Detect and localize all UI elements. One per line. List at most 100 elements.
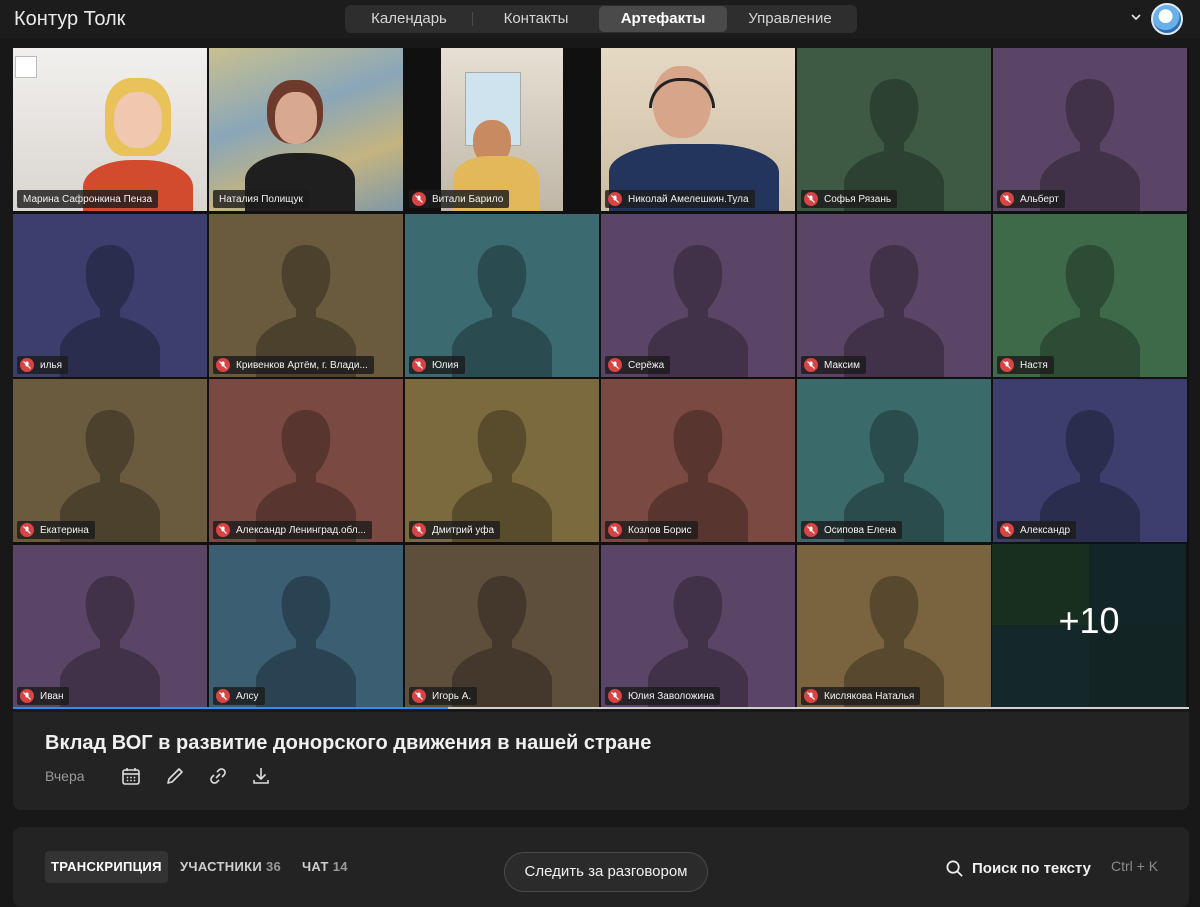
participant-name: Алсу — [213, 687, 265, 705]
tab-participants[interactable]: УЧАСТНИКИ 36 — [180, 851, 281, 883]
participant-name: Наталия Полищук — [213, 190, 309, 208]
participant-name: Кислякова Наталья — [801, 687, 921, 705]
playback-progress-track[interactable] — [448, 707, 1189, 709]
participant-tile[interactable]: Юлия — [405, 214, 599, 377]
mic-off-icon — [1000, 523, 1014, 537]
person-face — [275, 92, 317, 144]
avatar-placeholder-icon — [256, 576, 356, 708]
main-nav: Календарь Контакты Артефакты Управление — [345, 5, 857, 33]
participant-tile[interactable]: Максим — [797, 214, 991, 377]
participant-name: Игорь А. — [409, 687, 478, 705]
mic-off-icon — [1000, 358, 1014, 372]
participant-tile[interactable]: Серёжа — [601, 214, 795, 377]
mic-off-icon — [412, 523, 426, 537]
download-icon[interactable] — [250, 765, 272, 787]
participant-name: Альберт — [997, 190, 1065, 208]
mic-off-icon — [1000, 192, 1014, 206]
participant-tile[interactable]: Кислякова Наталья — [797, 545, 991, 708]
more-count: +10 — [1058, 600, 1120, 641]
tab-artifacts[interactable]: Артефакты — [599, 6, 727, 32]
participant-name: Кривенков Артём, г. Влади... — [213, 356, 374, 374]
participant-name: Серёжа — [605, 356, 671, 374]
mic-off-icon — [412, 192, 426, 206]
follow-conversation-button[interactable]: Следить за разговором — [504, 852, 708, 892]
mic-off-icon — [216, 523, 230, 537]
participant-name: Юлия — [409, 356, 465, 374]
mic-off-icon — [412, 358, 426, 372]
participant-tile[interactable]: Александр Ленинград.обл... — [209, 379, 403, 542]
app-title: Контур Толк — [14, 8, 126, 30]
participant-name: Дмитрий уфа — [409, 521, 501, 539]
search-icon — [946, 860, 963, 877]
chevron-down-icon[interactable] — [1128, 9, 1144, 25]
mic-off-icon — [216, 358, 230, 372]
participant-name: Настя — [997, 356, 1054, 374]
transcript-panel: ТРАНСКРИПЦИЯ УЧАСТНИКИ 36 ЧАТ 14 Следить з… — [13, 827, 1189, 907]
participant-tile-speaking[interactable]: Наталия Полищук — [209, 48, 403, 211]
participant-name: Иван — [17, 687, 70, 705]
avatar-placeholder-icon — [60, 576, 160, 708]
participant-name: Александр — [997, 521, 1077, 539]
mic-off-icon — [20, 689, 34, 703]
participant-name: Екатерина — [17, 521, 95, 539]
meeting-title: Вклад ВОГ в развитие донорского движения… — [45, 732, 652, 754]
participant-tile[interactable]: Софья Рязань — [797, 48, 991, 211]
mic-off-icon — [608, 689, 622, 703]
participant-tile[interactable]: Альберт — [993, 48, 1187, 211]
mic-off-icon — [804, 358, 818, 372]
mic-off-icon — [804, 523, 818, 537]
avatar-placeholder-icon — [452, 245, 552, 377]
mic-off-icon — [412, 689, 426, 703]
mic-off-icon — [608, 192, 622, 206]
mic-off-icon — [216, 689, 230, 703]
participant-tile[interactable]: илья — [13, 214, 207, 377]
meeting-date: Вчера — [45, 768, 85, 784]
tab-calendar[interactable]: Календарь — [345, 6, 473, 32]
playback-progress[interactable] — [13, 707, 448, 709]
calendar-icon[interactable] — [120, 765, 142, 787]
logo-image — [15, 56, 37, 78]
participant-tile[interactable]: Настя — [993, 214, 1187, 377]
participant-tile[interactable]: Козлов Борис — [601, 379, 795, 542]
mic-off-icon — [804, 192, 818, 206]
mic-off-icon — [804, 689, 818, 703]
participant-tile[interactable]: Кривенков Артём, г. Влади... — [209, 214, 403, 377]
top-bar: Контур Толк Календарь Контакты Артефакты… — [0, 0, 1200, 38]
edit-icon[interactable] — [164, 765, 186, 787]
person-face — [114, 92, 162, 148]
tab-contacts[interactable]: Контакты — [473, 6, 599, 32]
participant-name: Осипова Елена — [801, 521, 903, 539]
avatar-placeholder-icon — [1040, 245, 1140, 377]
mic-off-icon — [608, 358, 622, 372]
participant-tile[interactable]: Александр — [993, 379, 1187, 542]
mic-off-icon — [608, 523, 622, 537]
participant-tile[interactable]: Игорь А. — [405, 545, 599, 708]
avatar-placeholder-icon — [60, 245, 160, 377]
participant-name: илья — [17, 356, 69, 374]
video-grid: Марина Сафронкина Пенза Наталия Полищук … — [13, 48, 1189, 708]
participant-tile[interactable]: Марина Сафронкина Пенза — [13, 48, 207, 211]
link-icon[interactable] — [207, 765, 229, 787]
participant-tile[interactable]: Алсу — [209, 545, 403, 708]
participant-tile[interactable]: Николай Амелешкин.Тула — [601, 48, 795, 211]
more-participants-tile[interactable]: +10 — [992, 544, 1186, 707]
participant-name: Николай Амелешкин.Тула — [605, 190, 755, 208]
tab-chat[interactable]: ЧАТ 14 — [302, 851, 348, 883]
participant-name: Витали Барило — [409, 190, 510, 208]
search-text-button[interactable]: Поиск по тексту — [945, 856, 1091, 880]
participant-name: Александр Ленинград.обл... — [213, 521, 372, 539]
tab-management[interactable]: Управление — [727, 6, 853, 32]
avatar[interactable] — [1151, 3, 1183, 35]
participant-name: Максим — [801, 356, 866, 374]
search-shortcut: Ctrl + K — [1111, 858, 1159, 874]
mic-off-icon — [20, 523, 34, 537]
participant-tile[interactable]: Осипова Елена — [797, 379, 991, 542]
participant-tile[interactable]: Екатерина — [13, 379, 207, 542]
participant-name: Марина Сафронкина Пенза — [17, 190, 159, 208]
participant-tile[interactable]: Витали Барило — [405, 48, 599, 211]
participant-tile[interactable]: Юлия Заволожина — [601, 545, 795, 708]
participant-tile[interactable]: Дмитрий уфа — [405, 379, 599, 542]
participant-tile[interactable]: Иван — [13, 545, 207, 708]
tab-transcript[interactable]: ТРАНСКРИПЦИЯ — [45, 851, 168, 883]
participant-name: Козлов Борис — [605, 521, 698, 539]
